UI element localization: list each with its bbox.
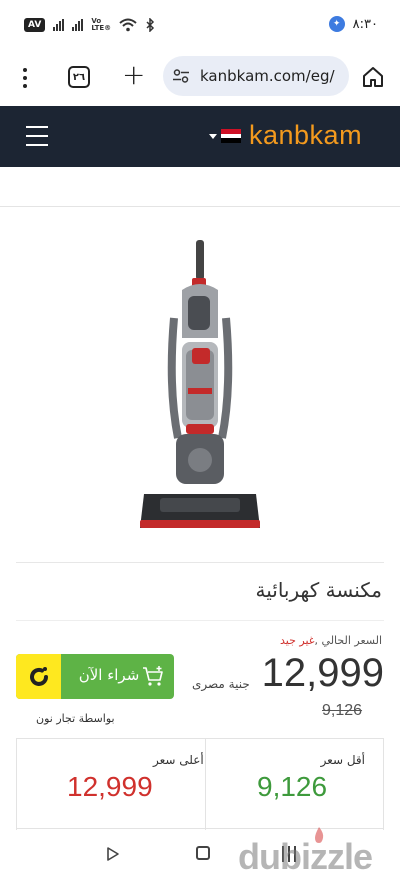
divider bbox=[16, 620, 384, 621]
status-clock: ✦ ٨:٣٠ bbox=[328, 16, 378, 32]
logo-text: kanbkam bbox=[249, 120, 363, 150]
browser-toolbar: ٢٦ + kanbkam.com/eg/ bbox=[0, 50, 400, 106]
hamburger-icon[interactable] bbox=[26, 126, 48, 146]
egypt-flag-icon bbox=[221, 129, 241, 144]
lowest-price-value: 9,126 bbox=[257, 771, 328, 802]
nav-home-icon[interactable] bbox=[196, 846, 210, 860]
buy-now-label: شراء الآن bbox=[78, 666, 140, 684]
lowest-price-label: أقل سعر bbox=[320, 753, 365, 767]
product-image bbox=[140, 240, 260, 528]
price-label-text: السعر الحالي , bbox=[314, 634, 382, 647]
price-stats: أقل سعر 9,126 أعلى سعر 12,999 bbox=[16, 738, 384, 831]
page: AV Vo LTE® ✦ ٨:٣٠ ٢٦ + kanbkam.com/eg/ ka… bbox=[0, 0, 400, 878]
current-price: 12,999 bbox=[261, 651, 384, 695]
price-condition: غير جيد bbox=[280, 634, 315, 647]
wifi-icon bbox=[119, 18, 137, 32]
divider bbox=[0, 206, 400, 207]
site-settings-icon[interactable] bbox=[173, 69, 189, 83]
bluetooth-icon bbox=[146, 18, 155, 32]
tabs-icon[interactable]: ٢٦ bbox=[68, 66, 90, 88]
signal-icon bbox=[53, 19, 65, 31]
menu-dots-icon[interactable] bbox=[20, 68, 30, 88]
network-badge: AV bbox=[24, 18, 46, 32]
back-icon[interactable] bbox=[106, 846, 120, 862]
signal-icon-2 bbox=[72, 19, 84, 31]
divider bbox=[16, 562, 384, 563]
highest-price-value: 12,999 bbox=[67, 771, 153, 802]
divider bbox=[16, 828, 384, 829]
currency-label: جنية مصرى bbox=[192, 677, 250, 691]
notification-icon: ✦ bbox=[328, 16, 345, 32]
url-text: kanbkam.com/eg/ bbox=[200, 67, 335, 85]
clock: ٨:٣٠ bbox=[352, 16, 378, 32]
old-price: 9,126 bbox=[322, 702, 363, 719]
cart-icon bbox=[143, 666, 163, 686]
volte-icon: Vo LTE® bbox=[91, 17, 112, 32]
country-selector[interactable] bbox=[209, 129, 241, 144]
site-logo[interactable]: kanbkam bbox=[249, 120, 362, 151]
site-header: kanbkam bbox=[0, 106, 400, 167]
new-tab-icon[interactable]: + bbox=[122, 60, 145, 90]
seller-text: بواسطة تجار نون bbox=[36, 712, 115, 725]
home-icon[interactable] bbox=[362, 66, 384, 88]
dubizzle-watermark: dubizzle bbox=[238, 836, 373, 877]
caret-down-icon bbox=[209, 133, 217, 139]
buy-now-button[interactable]: شراء الآن bbox=[16, 654, 174, 699]
divider bbox=[205, 739, 206, 831]
status-bar: AV Vo LTE® ✦ ٨:٣٠ bbox=[0, 0, 400, 50]
product-title: مكنسة كهربائية bbox=[255, 578, 382, 602]
noon-logo-icon bbox=[16, 654, 61, 699]
highest-price-label: أعلى سعر bbox=[153, 753, 204, 767]
status-indicators: AV Vo LTE® bbox=[24, 18, 155, 32]
address-bar[interactable]: kanbkam.com/eg/ bbox=[163, 56, 349, 96]
price-label: السعر الحالي ,غير جيد bbox=[280, 634, 382, 647]
